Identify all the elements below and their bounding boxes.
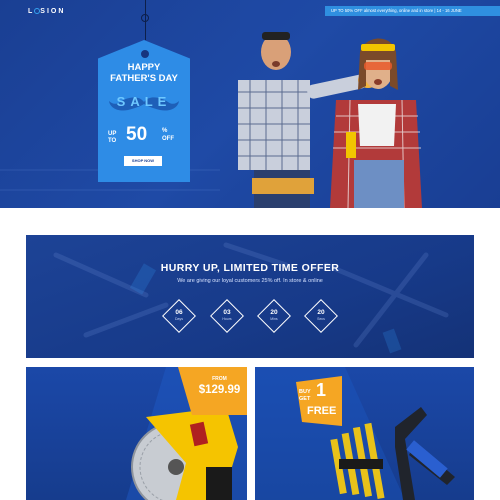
countdown-mins-label: Mins [270,317,278,321]
bogo-number: 1 [316,380,327,400]
product-card-tools[interactable] [255,367,474,500]
tag-sale-text: SALE [116,94,172,109]
countdown-secs-label: Secs [317,317,325,321]
countdown-days-label: Days [175,317,183,321]
logo-text-end: SION [40,8,66,15]
hook-icon [141,14,149,22]
countdown-mins: 20 Mins [257,299,291,333]
bogo-buy-label: BUY [299,389,311,395]
countdown-diamond [304,299,338,333]
price-value: $129.99 [198,384,241,396]
tag-percent-sign: % [162,128,168,134]
tag-upto-line2: TO [108,138,117,144]
tag-title-line2: FATHER'S DAY [110,73,178,84]
countdown-hours: 03 Hours [210,299,244,333]
countdown-hours-label: Hours [222,317,232,321]
countdown-secs: 20 Secs [304,299,338,333]
tag-percent: 50 [126,124,147,146]
tag-upto-line1: UP [108,131,117,137]
countdown-diamond [210,299,244,333]
countdown-days-value: 06 [175,309,183,316]
tag-off-label: OFF [162,136,174,142]
hero-people-illustration [238,32,422,208]
promo-bar: UP TO 50% OFF almost everything, online … [325,6,500,16]
promo-bar-text: UP TO 50% OFF almost everything, online … [331,8,462,13]
shop-now-button[interactable]: SHOP NOW [124,156,162,166]
tool-set-illustration [255,367,455,500]
limited-offer-banner [26,235,474,358]
offer-subtitle: We are giving our loyal customers 25% of… [177,278,323,284]
woman-figure [330,38,422,208]
tag-upto: UP TO [108,131,116,145]
countdown-hours-value: 03 [223,309,231,316]
brand-logo[interactable]: L SION [28,8,65,15]
tag-title-line1: HAPPY [127,62,161,73]
countdown-days: 06 Days [162,299,196,333]
bogo-get-label: GET [299,396,311,402]
countdown-secs-value: 20 [317,309,325,316]
price-from-label: FROM [212,376,227,382]
tag-off: % OFF [162,127,174,143]
tag-percent-value: 50 [126,124,148,145]
price-tag-notch [178,367,192,415]
bogo-buy-get: BUY GET [299,389,311,403]
offer-title: HURRY UP, LIMITED TIME OFFER [160,262,340,274]
offer-tools-backdrop [53,242,449,354]
tag-hole [141,50,149,58]
countdown-mins-value: 20 [270,309,278,316]
bogo-free-label: FREE [307,405,337,417]
countdown-diamond [162,299,196,333]
countdown-diamond [257,299,291,333]
tag-title: HAPPY FATHER'S DAY [98,62,190,84]
